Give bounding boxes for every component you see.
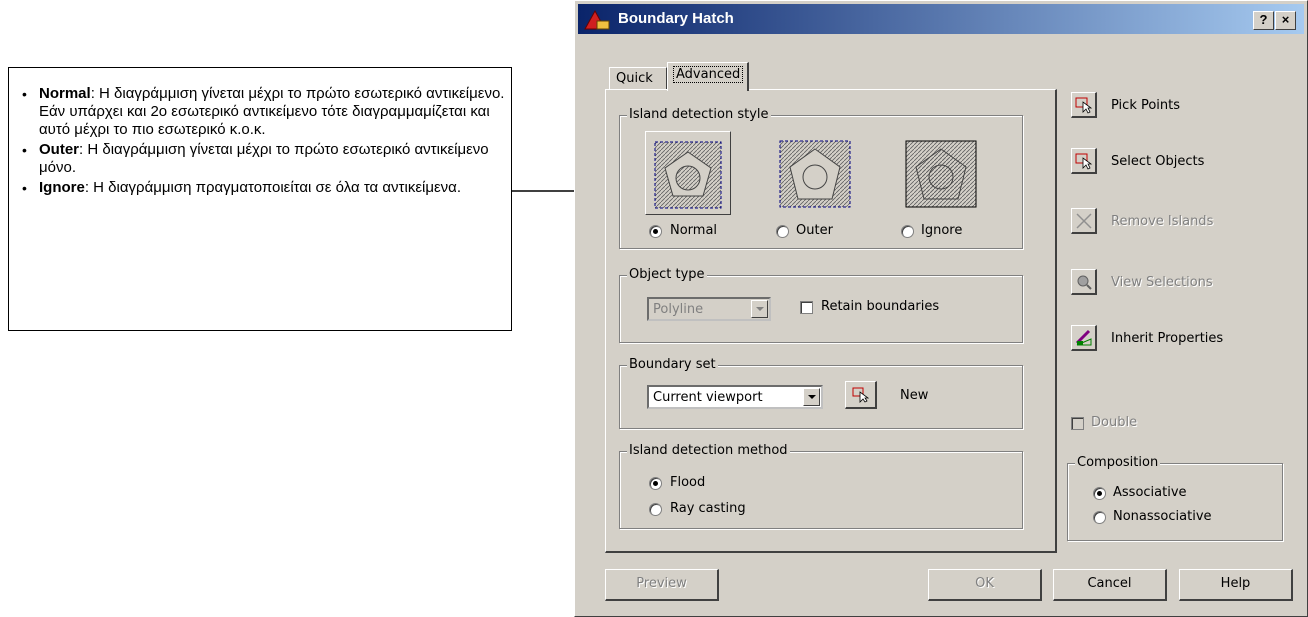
outer-radio-label: Outer [796, 223, 833, 238]
tab-advanced[interactable]: Advanced [667, 62, 749, 91]
associative-radio-label: Associative [1113, 485, 1187, 500]
tab-quick[interactable]: Quick [609, 67, 667, 89]
inherit-properties-button[interactable] [1071, 325, 1097, 351]
ignore-style-preview[interactable] [902, 137, 980, 211]
close-button[interactable]: × [1275, 11, 1296, 30]
object-type-dropdown-icon[interactable] [751, 300, 768, 318]
outer-radio[interactable] [776, 225, 789, 238]
inherit-properties-icon [1075, 329, 1092, 346]
annotation-item-outer: • Outer: Η διαγράμμιση γίνεται μέχρι το π… [22, 141, 489, 176]
ignore-radio-label: Ignore [921, 223, 963, 238]
retain-boundaries-checkbox[interactable] [800, 301, 813, 314]
normal-hatch-icon [654, 141, 722, 209]
normal-style-preview[interactable] [645, 131, 731, 215]
ignore-radio[interactable] [901, 225, 914, 238]
island-style-group-label: Island detection style [627, 107, 771, 122]
pick-points-label[interactable]: Pick Points [1111, 98, 1180, 113]
flood-radio-label: Flood [670, 475, 706, 490]
object-type-value: Polyline [653, 302, 704, 317]
ignore-hatch-icon [905, 140, 977, 208]
title-bar[interactable]: Boundary Hatch ? × [578, 4, 1304, 34]
composition-group-label: Composition [1075, 455, 1161, 470]
boundary-set-group-label: Boundary set [627, 357, 718, 372]
double-checkbox[interactable] [1071, 417, 1084, 430]
island-method-group-label: Island detection method [627, 443, 790, 458]
new-label: New [900, 388, 929, 403]
object-type-combo[interactable]: Polyline [647, 297, 771, 321]
pick-points-button[interactable] [1071, 92, 1097, 118]
annotation-item-ignore: • Ignore: Η διαγράμμιση πραγματοποιείται … [22, 179, 462, 196]
ray-casting-radio-label: Ray casting [670, 501, 746, 516]
boundary-hatch-dialog: Boundary Hatch ? × Quick Advanced Island… [574, 0, 1308, 617]
help-button[interactable]: Help [1179, 569, 1293, 601]
flood-radio[interactable] [649, 477, 662, 490]
pick-points-icon [1075, 97, 1093, 114]
tab-advanced-label: Advanced [672, 66, 744, 83]
retain-boundaries-label: Retain boundaries [821, 299, 940, 314]
annotation-box: • Normal: Η διαγράμμιση γίνεται μέχρι το … [8, 67, 512, 331]
select-objects-icon [1075, 153, 1093, 170]
preview-button[interactable]: Preview [605, 569, 719, 601]
annotation-item-normal: • Normal: Η διαγράμμιση γίνεται μέχρι το … [22, 85, 505, 138]
nonassociative-radio-label: Nonassociative [1113, 509, 1212, 524]
view-selections-button[interactable] [1071, 269, 1097, 295]
select-objects-button[interactable] [1071, 148, 1097, 174]
view-selections-label[interactable]: View Selections [1111, 275, 1213, 290]
app-icon [584, 9, 610, 30]
help-title-button[interactable]: ? [1253, 11, 1274, 30]
view-selections-icon [1077, 275, 1092, 290]
object-type-group-label: Object type [627, 267, 707, 282]
dialog-title: Boundary Hatch [618, 10, 734, 27]
annotation-list: • Normal: Η διαγράμμιση γίνεται μέχρι το … [19, 85, 505, 199]
remove-islands-label[interactable]: Remove Islands [1111, 214, 1213, 229]
island-method-group [619, 451, 1023, 529]
tab-quick-label: Quick [616, 71, 653, 86]
composition-group [1067, 463, 1283, 541]
double-label: Double [1091, 415, 1138, 430]
boundary-set-value: Current viewport [653, 390, 763, 405]
remove-islands-button[interactable] [1071, 208, 1097, 234]
associative-radio[interactable] [1093, 487, 1106, 500]
nonassociative-radio[interactable] [1093, 511, 1106, 524]
new-boundary-set-button[interactable] [845, 381, 877, 409]
boundary-set-dropdown-icon[interactable] [803, 388, 820, 406]
normal-radio-label: Normal [670, 223, 718, 238]
select-cursor-icon [852, 387, 870, 403]
cancel-button[interactable]: Cancel [1053, 569, 1167, 601]
outer-style-preview[interactable] [776, 137, 854, 211]
select-objects-label[interactable]: Select Objects [1111, 154, 1204, 169]
outer-hatch-icon [779, 140, 851, 208]
inherit-properties-label[interactable]: Inherit Properties [1111, 331, 1223, 346]
normal-radio[interactable] [649, 225, 662, 238]
ray-casting-radio[interactable] [649, 503, 662, 516]
remove-islands-icon [1076, 213, 1092, 229]
ok-button[interactable]: OK [928, 569, 1042, 601]
boundary-set-combo[interactable]: Current viewport [647, 385, 823, 409]
